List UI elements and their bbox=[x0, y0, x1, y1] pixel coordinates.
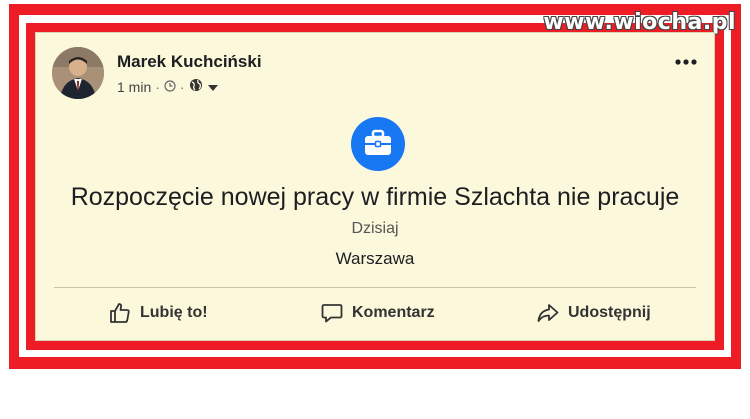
comment-button[interactable]: Komentarz bbox=[320, 295, 435, 331]
life-event-date: Dzisiaj bbox=[351, 220, 399, 237]
more-options-icon[interactable] bbox=[674, 46, 698, 72]
share-label: Udostępnij bbox=[568, 304, 651, 321]
comment-label: Komentarz bbox=[352, 304, 435, 321]
meta-separator-2: · bbox=[179, 78, 185, 95]
post-meta: 1 min · · bbox=[117, 78, 219, 95]
like-label: Lubię to! bbox=[140, 304, 208, 321]
clock-icon bbox=[164, 79, 176, 95]
post-time[interactable]: 1 min bbox=[117, 79, 151, 95]
author-name[interactable]: Marek Kuchciński bbox=[117, 52, 262, 72]
avatar[interactable] bbox=[52, 47, 104, 99]
caret-down-icon[interactable] bbox=[207, 79, 219, 95]
like-button[interactable]: Lubię to! bbox=[108, 295, 208, 331]
share-button[interactable]: Udostępnij bbox=[536, 295, 651, 331]
meta-separator: · bbox=[155, 78, 160, 95]
share-arrow-icon bbox=[536, 301, 560, 325]
briefcase-icon bbox=[351, 117, 405, 171]
globe-icon[interactable] bbox=[189, 78, 203, 95]
post-actions-bar: Lubię to! Komentarz Udostępnij bbox=[36, 295, 714, 331]
life-event-title: Rozpoczęcie nowej pracy w firmie Szlacht… bbox=[70, 183, 680, 211]
thumbs-up-icon bbox=[108, 301, 132, 325]
post-card: Marek Kuchciński 1 min · · Rozpoczęcie n… bbox=[35, 32, 715, 341]
comment-icon bbox=[320, 301, 344, 325]
life-event-location[interactable]: Warszawa bbox=[36, 249, 714, 269]
avatar-image bbox=[52, 47, 104, 99]
actions-divider bbox=[54, 287, 696, 288]
